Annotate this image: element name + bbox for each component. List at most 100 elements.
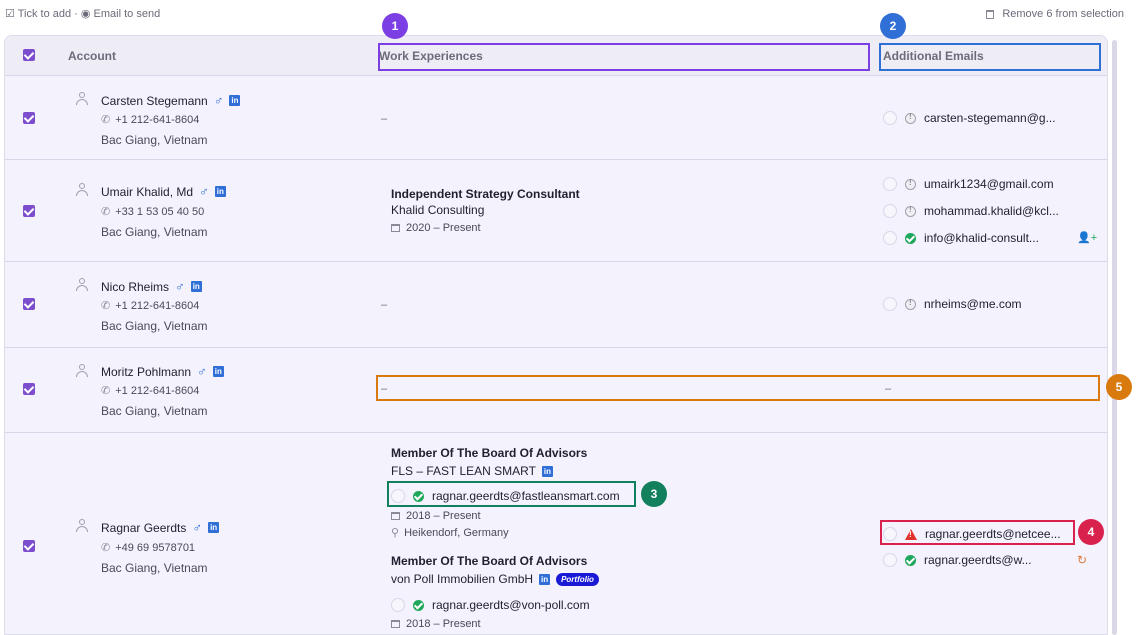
- email-radio[interactable]: [883, 527, 897, 541]
- avatar-icon: [75, 519, 89, 533]
- account-name: Carsten Stegemann ♂ in: [101, 93, 241, 108]
- header-work-experiences: Work Experiences: [379, 49, 483, 63]
- linkedin-icon[interactable]: in: [212, 366, 224, 377]
- table-row: Moritz Pohlmann ♂ in ✆ +1 212-641-8604 Ba…: [5, 348, 1107, 433]
- linkedin-icon[interactable]: in: [539, 573, 551, 585]
- phone-icon: ✆: [101, 385, 111, 397]
- work-company: Khalid Consulting: [391, 203, 484, 217]
- annotation-badge: 3: [641, 481, 667, 507]
- email-radio[interactable]: [391, 489, 405, 503]
- work-empty: –: [381, 113, 388, 125]
- remove-label: Remove 6 from selection: [1002, 8, 1124, 20]
- calendar-icon: [391, 224, 400, 232]
- male-icon: ♂: [199, 184, 209, 199]
- account-phone: ✆ +33 1 53 05 40 50: [101, 205, 204, 218]
- email-radio[interactable]: [883, 231, 897, 245]
- account-name: Nico Rheims ♂ in: [101, 279, 202, 294]
- annotation-badge: 2: [880, 13, 906, 39]
- linkedin-icon[interactable]: in: [229, 95, 241, 106]
- work-location: ⚲ Heikendorf, Germany: [391, 526, 509, 539]
- linkedin-icon[interactable]: in: [208, 522, 220, 533]
- work-empty: –: [381, 383, 388, 395]
- email-radio[interactable]: [883, 177, 897, 191]
- account-phone: ✆ +1 212-641-8604: [101, 299, 199, 312]
- header-additional-emails: Additional Emails: [883, 49, 984, 63]
- unknown-status-icon: [905, 298, 916, 310]
- select-all-checkbox[interactable]: [23, 49, 35, 61]
- work-dates: 2020 – Present: [391, 222, 481, 234]
- email-radio[interactable]: [391, 598, 405, 612]
- annotation-badge: 5: [1106, 374, 1132, 400]
- account-name: Umair Khalid, Md ♂ in: [101, 184, 226, 199]
- vertical-scrollbar[interactable]: [1112, 40, 1117, 635]
- calendar-icon: [391, 620, 400, 628]
- location-pin-icon: ⚲: [391, 527, 400, 539]
- account-phone: ✆ +49 69 9578701: [101, 541, 195, 554]
- row-checkbox[interactable]: [23, 205, 35, 217]
- avatar-icon: [75, 278, 89, 292]
- email-radio[interactable]: [883, 297, 897, 311]
- email-text: nrheims@me.com: [924, 297, 1022, 311]
- work-title: Independent Strategy Consultant: [391, 187, 580, 201]
- unknown-status-icon: [905, 178, 916, 190]
- table-header: Account Work Experiences Additional Emai…: [5, 36, 1107, 76]
- toolbar: ☑ Tick to add · ◉ Email to send Remove 6…: [0, 0, 1140, 30]
- account-name-text: Moritz Pohlmann: [101, 364, 192, 379]
- account-location: Bac Giang, Vietnam: [101, 561, 208, 575]
- email-text: ragnar.geerdts@netcee...: [925, 527, 1061, 541]
- work-company-text: Khalid Consulting: [391, 203, 485, 217]
- linkedin-icon[interactable]: in: [214, 186, 226, 197]
- portfolio-badge: Portfolio: [556, 572, 599, 586]
- phone-icon: ✆: [101, 206, 111, 218]
- email-item: umairk1234@gmail.com: [883, 177, 1054, 191]
- email-radio[interactable]: [883, 553, 897, 567]
- contacts-table: Account Work Experiences Additional Emai…: [4, 35, 1108, 635]
- account-location: Bac Giang, Vietnam: [101, 225, 208, 239]
- phone-text: +49 69 9578701: [115, 542, 196, 554]
- valid-status-icon: [905, 554, 916, 566]
- add-user-icon[interactable]: 👤+: [1077, 231, 1097, 244]
- male-icon: ♂: [197, 364, 207, 379]
- avatar-icon: [75, 92, 89, 106]
- account-name: Moritz Pohlmann ♂ in: [101, 364, 224, 379]
- row-checkbox[interactable]: [23, 540, 35, 552]
- email-radio[interactable]: [883, 111, 897, 125]
- work-company: FLS – FAST LEAN SMART in: [391, 464, 553, 478]
- valid-status-icon: [413, 490, 424, 502]
- linkedin-icon[interactable]: in: [190, 281, 202, 292]
- annotation-badge: 1: [382, 13, 408, 39]
- email-item: ragnar.geerdts@w...: [883, 553, 1032, 567]
- account-name-text: Ragnar Geerdts: [101, 520, 187, 535]
- table-row: Ragnar Geerdts ♂ in ✆ +49 69 9578701 Bac …: [5, 433, 1107, 634]
- warning-status-icon: [905, 528, 917, 540]
- email-item: nrheims@me.com: [883, 297, 1022, 311]
- email-text: ragnar.geerdts@fastleansmart.com: [432, 489, 620, 503]
- row-checkbox[interactable]: [23, 112, 35, 124]
- row-checkbox[interactable]: [23, 383, 35, 395]
- row-checkbox[interactable]: [23, 298, 35, 310]
- account-phone: ✆ +1 212-641-8604: [101, 384, 199, 397]
- work-dates-text: 2018 – Present: [406, 618, 481, 630]
- work-empty: –: [381, 299, 388, 311]
- sync-icon[interactable]: ↻: [1077, 553, 1087, 567]
- email-radio[interactable]: [883, 204, 897, 218]
- table-row: Umair Khalid, Md ♂ in ✆ +33 1 53 05 40 50…: [5, 160, 1107, 262]
- linkedin-icon[interactable]: in: [541, 465, 553, 477]
- valid-status-icon: [413, 599, 424, 611]
- account-phone: ✆ +1 212-641-8604: [101, 113, 199, 126]
- work-location-text: Heikendorf, Germany: [404, 527, 509, 539]
- male-icon: ♂: [213, 93, 224, 108]
- account-name-text: Umair Khalid, Md: [101, 184, 194, 199]
- email-text: ragnar.geerdts@w...: [924, 553, 1032, 567]
- avatar-icon: [75, 364, 89, 378]
- work-dates-text: 2018 – Present: [406, 510, 481, 522]
- email-text: info@khalid-consult...: [924, 231, 1039, 245]
- work-title: Member Of The Board Of Advisors: [391, 554, 588, 568]
- account-name: Ragnar Geerdts ♂ in: [101, 520, 220, 535]
- avatar-icon: [75, 183, 89, 197]
- phone-icon: ✆: [101, 542, 111, 554]
- work-company-text: FLS – FAST LEAN SMART: [391, 464, 536, 478]
- email-item: info@khalid-consult...: [883, 231, 1039, 245]
- remove-from-selection-button[interactable]: Remove 6 from selection: [986, 8, 1124, 20]
- account-location: Bac Giang, Vietnam: [101, 133, 208, 147]
